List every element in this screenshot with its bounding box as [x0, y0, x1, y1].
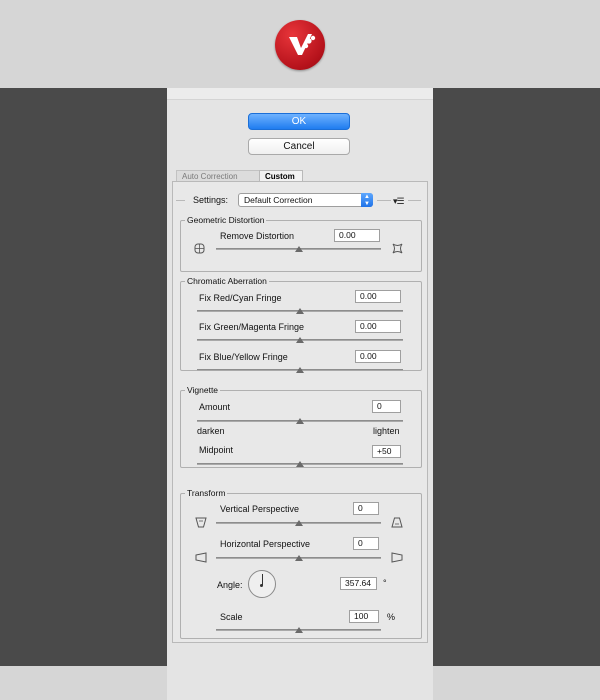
vertical-perspective-label: Vertical Perspective	[220, 504, 300, 514]
angle-input[interactable]: 357.64	[340, 577, 377, 590]
angle-label: Angle:	[217, 580, 243, 590]
geometric-distortion-title: Geometric Distortion	[185, 215, 267, 225]
scale-slider-thumb[interactable]	[294, 627, 303, 633]
vertical-perspective-input[interactable]: 0	[353, 502, 379, 515]
green-magenta-label: Fix Green/Magenta Fringe	[199, 322, 305, 332]
darken-label: darken	[197, 426, 225, 436]
scale-unit: %	[387, 612, 396, 622]
settings-select-value: Default Correction	[244, 195, 313, 205]
vignette-midpoint-input[interactable]: +50	[372, 445, 401, 458]
barrel-distortion-icon	[194, 243, 205, 254]
panel-top-edge	[167, 88, 433, 100]
green-magenta-input[interactable]: 0.00	[355, 320, 401, 333]
settings-select[interactable]: Default Correction ▲ ▼	[238, 193, 373, 207]
vignette-midpoint-label: Midpoint	[199, 445, 234, 455]
cancel-button[interactable]: Cancel	[248, 138, 350, 155]
angle-dial[interactable]	[248, 570, 276, 598]
transform-title: Transform	[185, 488, 228, 498]
horizontal-perspective-left-icon	[195, 552, 207, 563]
red-cyan-label: Fix Red/Cyan Fringe	[199, 293, 282, 303]
horizontal-perspective-input[interactable]: 0	[353, 537, 379, 550]
vertical-perspective-slider-thumb[interactable]	[294, 520, 303, 526]
lighten-label: lighten	[373, 426, 400, 436]
lens-correction-panel: OK Cancel Auto Correction Custom Setting…	[167, 88, 433, 700]
blue-yellow-slider-thumb[interactable]	[296, 367, 304, 373]
chromatic-aberration-title: Chromatic Aberration	[185, 276, 269, 286]
remove-distortion-input[interactable]: 0.00	[334, 229, 380, 242]
blue-yellow-input[interactable]: 0.00	[355, 350, 401, 363]
red-cyan-slider-thumb[interactable]	[296, 308, 304, 314]
horizontal-perspective-slider-thumb[interactable]	[294, 555, 303, 561]
select-arrows-icon: ▲ ▼	[361, 193, 373, 207]
angle-unit: °	[383, 578, 387, 588]
scale-label: Scale	[220, 612, 243, 622]
ok-button[interactable]: OK	[248, 113, 350, 130]
vertical-perspective-right-icon	[391, 517, 403, 528]
vignette-title: Vignette	[185, 385, 221, 395]
transform-group: Transform	[180, 488, 422, 639]
vignette-amount-slider-thumb[interactable]	[296, 418, 304, 424]
green-magenta-slider-thumb[interactable]	[296, 337, 304, 343]
brand-logo	[275, 20, 325, 70]
blue-yellow-label: Fix Blue/Yellow Fringe	[199, 352, 288, 362]
settings-divider-left	[176, 200, 185, 201]
horizontal-perspective-right-icon	[391, 552, 403, 563]
remove-distortion-label: Remove Distortion	[220, 231, 295, 241]
vertical-perspective-left-icon	[195, 517, 207, 528]
settings-divider-mid	[377, 200, 391, 201]
vignette-amount-input[interactable]: 0	[372, 400, 401, 413]
angle-dial-center	[260, 584, 263, 587]
scale-input[interactable]: 100	[349, 610, 379, 623]
horizontal-perspective-label: Horizontal Perspective	[220, 539, 311, 549]
settings-menu-icon[interactable]: ▾☰	[393, 196, 405, 207]
remove-distortion-slider-thumb[interactable]	[294, 246, 303, 252]
logo-mark-icon	[289, 34, 316, 55]
red-cyan-input[interactable]: 0.00	[355, 290, 401, 303]
pincushion-distortion-icon	[392, 243, 403, 254]
settings-label: Settings:	[193, 195, 229, 205]
vignette-midpoint-slider-thumb[interactable]	[296, 461, 304, 467]
settings-divider-right	[408, 200, 421, 201]
vignette-amount-label: Amount	[199, 402, 231, 412]
